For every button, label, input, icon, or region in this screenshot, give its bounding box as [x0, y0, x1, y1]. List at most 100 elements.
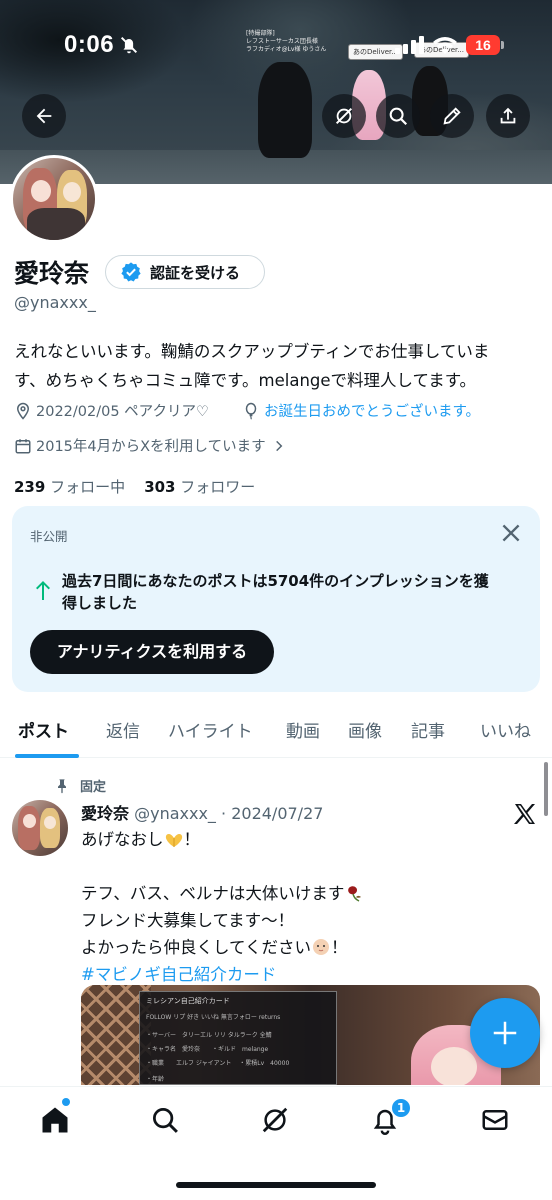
intro-card-row: ・職業 エルフ ジャイアント ・累積Lv 40000 [146, 1060, 290, 1067]
followers-link[interactable]: 303 フォロワー [144, 478, 255, 496]
tab-highlights[interactable]: ハイライト [168, 717, 253, 742]
cellular-signal-icon [395, 36, 424, 54]
tweet-separator: · [215, 804, 232, 823]
tweet-date: 2024/07/27 [231, 804, 324, 823]
tweet-line: あげなおし ！ [81, 826, 521, 853]
tweet-hashtag[interactable]: #マビノギ自己紹介カード [81, 961, 521, 988]
avatar-art [27, 208, 85, 240]
back-button[interactable] [22, 94, 66, 138]
intro-card-row: ・キャラ名 愛玲奈 ・ギルド melange [146, 1046, 269, 1053]
nametag-line: [特撮部隊] [246, 30, 275, 37]
pencil-icon [443, 107, 461, 125]
compose-post-button[interactable] [470, 998, 540, 1068]
avatar-art [63, 182, 81, 202]
intro-card-panel: ミレシアン自己紹介カード FOLLOW リプ 好き いいね 無言フォロー ret… [139, 991, 337, 1085]
notification-badge: 1 [390, 1097, 412, 1119]
tweet-line [81, 853, 521, 880]
tab-replies[interactable]: 返信 [106, 717, 140, 742]
profile-bio: えれなといいます。鞠鯖のスクアップブティンでお仕事していま す、めちゃくちゃコミ… [14, 337, 540, 395]
analytics-card: 非公開 過去7日間にあなたのポストは5704件のインプレッションを獲 得しました… [12, 506, 540, 692]
private-label: 非公開 [30, 529, 68, 544]
tweet-line-text: ！ [331, 938, 348, 957]
avatar-art [44, 816, 56, 829]
impressions-line: 得しました [62, 594, 138, 612]
x-logo-icon [514, 804, 535, 824]
avatar-art [23, 814, 36, 828]
grok-icon [262, 1107, 288, 1133]
profile-handle: @ynaxxx_ [14, 293, 96, 312]
profile-join-date[interactable]: 2015年4月からXを利用しています [14, 435, 290, 456]
following-count: 239 [14, 478, 46, 496]
home-indicator [176, 1182, 376, 1188]
tab-images[interactable]: 画像 [348, 717, 382, 742]
tab-posts[interactable]: ポスト [18, 717, 69, 742]
calendar-icon [15, 438, 31, 453]
followers-label: フォロワー [180, 478, 256, 496]
intro-card-row: ・年齢 [146, 1076, 165, 1083]
tab-videos[interactable]: 動画 [286, 717, 320, 742]
tab-likes[interactable]: いいね [480, 717, 531, 742]
nav-home[interactable] [40, 1105, 70, 1135]
battery-indicator: 16 [466, 35, 500, 55]
tweet-line-text: よかったら仲良くしてください [81, 938, 312, 957]
tweet-line-text: ！ [183, 830, 201, 849]
nametag-line: レフストーサーカス団長様 [246, 38, 318, 45]
battery-tip [501, 41, 504, 49]
nav-grok[interactable] [260, 1105, 290, 1135]
nav-search[interactable] [150, 1105, 180, 1135]
home-icon [42, 1107, 68, 1133]
bio-line: えれなといいます。鞠鯖のスクアップブティンでお仕事していま [14, 342, 490, 361]
location-text: 2022/02/05 ペアクリア♡ [36, 404, 209, 420]
nametag-line: ラフカディオ@Lv様 ゆうさん [246, 46, 327, 53]
chevron-right-icon [275, 440, 282, 451]
tweet-line-text: テフ、バス、ベルナは大体いけます [81, 884, 345, 903]
profile-birthday[interactable]: お誕生日おめでとうございます。 [242, 400, 480, 421]
pinned-label: 固定 [80, 780, 107, 795]
balloon-icon [245, 402, 257, 420]
join-date-text: 2015年4月からXを利用しています [36, 439, 266, 455]
silent-bell-icon [120, 36, 138, 54]
search-icon [389, 107, 408, 126]
share-button[interactable] [486, 94, 530, 138]
banner-character-dark [258, 62, 312, 158]
get-verified-button[interactable]: 認証を受ける [105, 255, 265, 289]
plus-icon [493, 1021, 517, 1045]
close-icon[interactable] [498, 520, 524, 546]
status-time: 0:06 [64, 31, 115, 58]
tweet-text: あげなおし ！ テフ、バス、ベルナは大体いけます フレンド大募集してます〜！ よ… [81, 826, 521, 988]
avatar-art [18, 806, 40, 850]
tweet-line-text: あげなおし [81, 830, 164, 849]
baby-emoji-icon [313, 939, 330, 955]
tab-articles[interactable]: 記事 [411, 717, 445, 742]
scrollbar[interactable] [544, 762, 548, 816]
following-link[interactable]: 239 フォロー中 [14, 478, 125, 496]
tweet-author-avatar[interactable] [12, 800, 68, 856]
wilted-rose-emoji-icon [348, 886, 362, 902]
image-character-face [431, 1047, 477, 1085]
location-pin-icon [16, 402, 30, 420]
mail-icon [482, 1110, 508, 1130]
use-analytics-button[interactable]: アナリティクスを利用する [30, 630, 274, 674]
tweet-author-handle: @ynaxxx_ [134, 804, 216, 823]
grok-button[interactable] [322, 94, 366, 138]
intro-card-row: FOLLOW リプ 好き いいね 無言フォロー returns [146, 1014, 281, 1021]
search-button[interactable] [376, 94, 420, 138]
profile-location: 2022/02/05 ペアクリア♡ [14, 400, 209, 421]
impressions-summary: 過去7日間にあなたのポストは5704件のインプレッションを獲 得しました [62, 570, 532, 614]
back-arrow-icon [36, 108, 52, 124]
tweet-line: テフ、バス、ベルナは大体いけます [81, 880, 521, 907]
edit-button[interactable] [430, 94, 474, 138]
profile-banner[interactable]: あのDeliver... あのDeliver... [特撮部隊] レフストーサー… [0, 0, 552, 184]
arrow-up-icon [36, 581, 50, 600]
banner-nametag: [特撮部隊] レフストーサーカス団長様 ラフカディオ@Lv様 ゆうさん [246, 30, 326, 54]
tweet-header[interactable]: 愛玲奈 @ynaxxx_ · 2024/07/27 [81, 800, 323, 824]
nav-messages[interactable] [480, 1105, 510, 1135]
tweet-author-name: 愛玲奈 [81, 804, 130, 823]
pinned-indicator: 固定 [54, 776, 106, 795]
share-icon [500, 107, 516, 124]
get-verified-label: 認証を受ける [150, 263, 241, 282]
active-tab-indicator [15, 754, 79, 758]
profile-avatar[interactable] [10, 155, 98, 243]
display-name: 愛玲奈 [14, 259, 90, 288]
wifi-icon [433, 37, 457, 54]
